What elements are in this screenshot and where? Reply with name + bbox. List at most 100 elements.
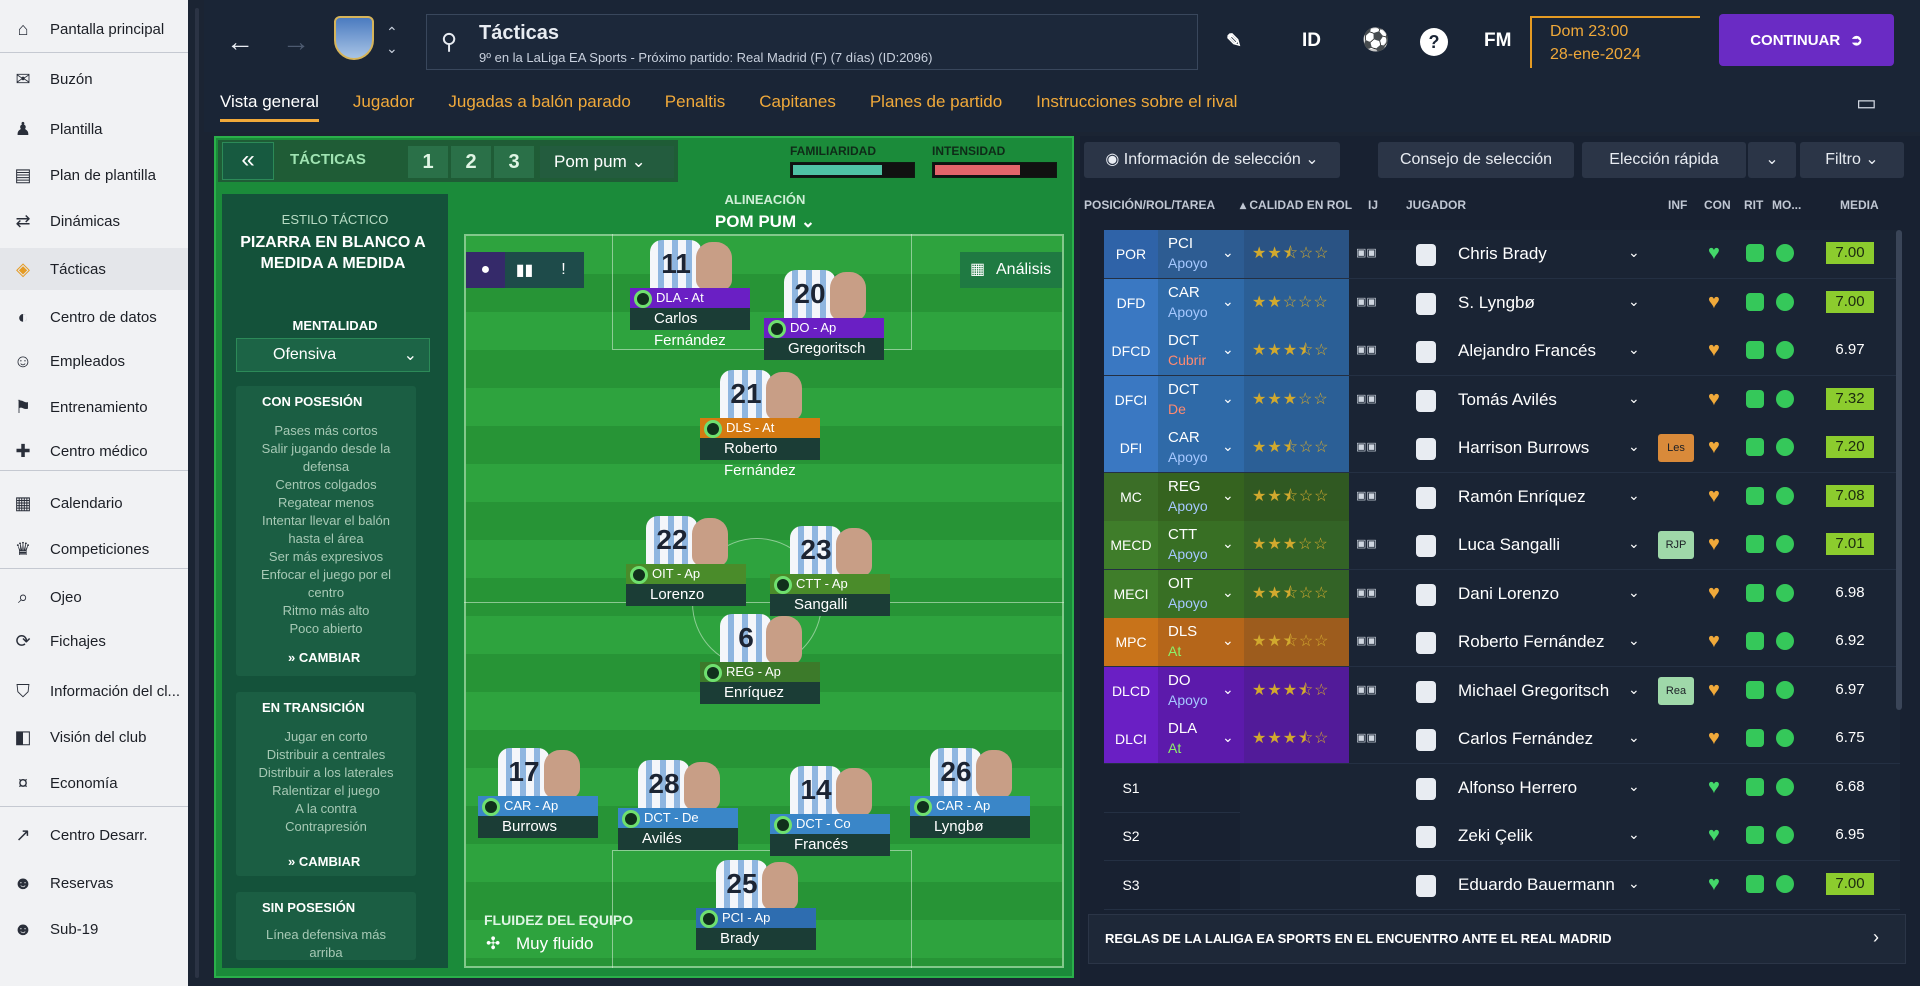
analysis-button[interactable]: ▦ Análisis: [960, 252, 1062, 288]
table-row[interactable]: DFCD DCT Cubrir ⌄ ★★★⯪☆ ▣▣ Alejandro Francés ⌄ ♥…: [1104, 327, 1900, 375]
fm-button[interactable]: FM: [1484, 30, 1511, 52]
sidebar-item-scouting[interactable]: ⌕ Ojeo: [0, 576, 188, 618]
sidebar-scrollbar[interactable]: [195, 8, 199, 978]
tab-1[interactable]: Jugador: [353, 86, 414, 122]
collapse-icon[interactable]: «: [222, 142, 274, 180]
row-role[interactable]: OIT Apoyo ⌄: [1158, 569, 1244, 618]
tab-2[interactable]: Jugadas a balón parado: [448, 86, 630, 122]
pitch-player[interactable]: 17 CAR - Ap Burrows: [478, 748, 598, 844]
chevron-down-icon[interactable]: ⌄: [1628, 584, 1640, 601]
pitch-player[interactable]: 28 DCT - De Avilés: [618, 760, 738, 856]
updown-chevron-icon[interactable]: ⌃ ⌄: [386, 24, 398, 56]
selection-scrollbar[interactable]: [1896, 230, 1902, 710]
pitch-player[interactable]: 11 DLA - At Carlos Fernández: [630, 240, 750, 349]
player-name[interactable]: Francés: [770, 834, 890, 856]
player-name[interactable]: Michael Gregoritsch: [1458, 681, 1609, 701]
player-name[interactable]: Chris Brady: [1458, 244, 1547, 264]
table-row[interactable]: DFCI DCT De ⌄ ★★★☆☆ ▣▣ Tomás Avilés ⌄ ♥ 7.32: [1104, 375, 1900, 424]
chevron-down-icon[interactable]: ⌄: [1628, 681, 1640, 698]
tab-4[interactable]: Capitanes: [759, 86, 836, 122]
lineup-toggle-icon[interactable]: ▣▣: [1356, 295, 1396, 313]
lineup-toggle-icon[interactable]: ▣▣: [1356, 537, 1396, 555]
edit-icon[interactable]: ✎: [1226, 30, 1242, 53]
col-con[interactable]: CON: [1704, 198, 1731, 212]
rules-banner[interactable]: REGLAS DE LA LALIGA EA SPORTS EN EL ENCU…: [1088, 914, 1906, 964]
sidebar-item-medical[interactable]: ✚ Centro médico: [0, 430, 188, 472]
player-name[interactable]: Lyngbø: [910, 816, 1030, 838]
sidebar-item-home[interactable]: ⌂ Pantalla principal: [0, 8, 188, 50]
lineup-toggle-icon[interactable]: ▣▣: [1356, 683, 1396, 701]
table-row[interactable]: S3 Eduardo Bauermann ⌄ ♥ 7.00: [1104, 861, 1900, 909]
row-role[interactable]: CAR Apoyo ⌄: [1158, 424, 1244, 472]
table-row[interactable]: DLCI DLA At ⌄ ★★★⯪☆ ▣▣ Carlos Fernández ⌄ ♥ 6.75: [1104, 715, 1900, 763]
chevron-down-icon[interactable]: ⌄: [1628, 390, 1640, 407]
change-in-transition-button[interactable]: » CAMBIAR: [288, 854, 360, 869]
table-row[interactable]: S2 Zeki Çelik ⌄ ♥ 6.95: [1104, 812, 1900, 860]
tactic-slot-3[interactable]: 3: [494, 146, 534, 178]
chevron-down-icon[interactable]: ⌄: [1628, 535, 1640, 552]
change-in-possession-button[interactable]: » CAMBIAR: [288, 650, 360, 665]
col-mo[interactable]: MO...: [1772, 198, 1801, 212]
help-icon[interactable]: ?: [1420, 28, 1448, 56]
pitch-player[interactable]: 14 DCT - Co Francés: [770, 766, 890, 862]
monitor-icon[interactable]: ▭: [1856, 90, 1877, 116]
lineup-toggle-icon[interactable]: ▣▣: [1356, 586, 1396, 604]
chevron-down-icon[interactable]: ⌄: [1628, 875, 1640, 892]
filter-button[interactable]: Filtro ⌄: [1800, 142, 1904, 178]
pitch-player[interactable]: 26 CAR - Ap Lyngbø: [910, 748, 1030, 844]
tactic-select[interactable]: Pom pum ⌄: [540, 146, 674, 178]
row-role[interactable]: DCT De ⌄: [1158, 375, 1244, 424]
lineup-toggle-icon[interactable]: ▣▣: [1356, 731, 1396, 749]
pitch-player[interactable]: 23 CTT - Ap Sangalli: [770, 526, 890, 622]
player-name[interactable]: Enríquez: [700, 682, 820, 704]
chevron-down-icon[interactable]: ⌄: [1628, 729, 1640, 746]
sidebar-item-transfers[interactable]: ⟳ Fichajes: [0, 620, 188, 662]
chevron-down-icon[interactable]: ⌄: [1628, 632, 1640, 649]
club-crest[interactable]: [334, 16, 374, 60]
row-role[interactable]: DO Apoyo ⌄: [1158, 666, 1244, 715]
table-row[interactable]: DFI CAR Apoyo ⌄ ★★⯪☆☆ ▣▣ Harrison Burrows ⌄ Les ♥…: [1104, 424, 1900, 472]
search-title-box[interactable]: ⚲ Tácticas 9º en la LaLiga EA Sports - P…: [426, 14, 1198, 70]
col-player[interactable]: JUGADOR: [1406, 198, 1466, 212]
player-name[interactable]: Roberto Fernández: [1458, 632, 1604, 652]
quick-pick-button[interactable]: Elección rápida: [1582, 142, 1746, 178]
table-row[interactable]: S1 Alfonso Herrero ⌄ ♥ 6.68: [1104, 764, 1900, 812]
player-name[interactable]: Gregoritsch: [764, 338, 884, 360]
tab-3[interactable]: Penaltis: [665, 86, 725, 122]
mentality-select[interactable]: Ofensiva ⌄: [236, 338, 430, 372]
chevron-down-icon[interactable]: ⌄: [1628, 826, 1640, 843]
lineup-toggle-icon[interactable]: ▣▣: [1356, 343, 1396, 361]
alert-icon[interactable]: !: [544, 252, 583, 288]
sidebar-item-dynamics[interactable]: ⇄ Dinámicas: [0, 200, 188, 242]
col-rit[interactable]: RIT: [1744, 198, 1763, 212]
bar-chart-icon[interactable]: ▮▮: [505, 252, 544, 288]
player-name[interactable]: Sangalli: [770, 594, 890, 616]
lineup-toggle-icon[interactable]: ▣▣: [1356, 634, 1396, 652]
player-name[interactable]: Roberto Fernández: [700, 438, 820, 479]
col-ij[interactable]: IJ: [1368, 198, 1378, 212]
table-row[interactable]: MC REG Apoyo ⌄ ★★⯪☆☆ ▣▣ Ramón Enríquez ⌄ ♥ 7.08: [1104, 472, 1900, 521]
col-media[interactable]: MEDIA: [1840, 198, 1879, 212]
player-name[interactable]: Carlos Fernández: [1458, 729, 1593, 749]
row-role[interactable]: DCT Cubrir ⌄: [1158, 327, 1244, 375]
chevron-down-icon[interactable]: ⌄: [1628, 293, 1640, 310]
player-name[interactable]: Burrows: [478, 816, 598, 838]
forward-arrow-icon[interactable]: →: [282, 26, 310, 58]
chevron-down-icon[interactable]: ⌄: [1628, 341, 1640, 358]
col-quality[interactable]: ▴ CALIDAD EN ROL: [1240, 198, 1352, 212]
table-row[interactable]: MPC DLS At ⌄ ★★⯪☆☆ ▣▣ Roberto Fernández ⌄ ♥ 6.92: [1104, 618, 1900, 666]
table-row[interactable]: MECI OIT Apoyo ⌄ ★★⯪☆☆ ▣▣ Dani Lorenzo ⌄ ♥ 6.98: [1104, 569, 1900, 618]
back-arrow-icon[interactable]: ←: [226, 26, 254, 58]
table-row[interactable]: MECD CTT Apoyo ⌄ ★★★☆☆ ▣▣ Luca Sangalli ⌄ RJP ♥ 7.…: [1104, 521, 1900, 569]
sidebar-item-training[interactable]: ⚑ Entrenamiento: [0, 386, 188, 428]
tactic-slot-2[interactable]: 2: [451, 146, 491, 178]
tab-6[interactable]: Instrucciones sobre el rival: [1036, 86, 1237, 122]
pitch-player[interactable]: 21 DLS - At Roberto Fernández: [700, 370, 820, 479]
chevron-down-icon[interactable]: ⌄: [1628, 778, 1640, 795]
selection-info-select[interactable]: ◉ Información de selección ⌄: [1084, 142, 1340, 178]
table-row[interactable]: DLCD DO Apoyo ⌄ ★★★⯪☆ ▣▣ Michael Gregoritsch ⌄ R…: [1104, 666, 1900, 715]
player-name[interactable]: S. Lyngbø: [1458, 293, 1535, 313]
row-role[interactable]: CTT Apoyo ⌄: [1158, 521, 1244, 569]
selection-advice-button[interactable]: Consejo de selección: [1378, 142, 1574, 178]
sidebar-item-finances[interactable]: ¤ Economía: [0, 762, 188, 804]
